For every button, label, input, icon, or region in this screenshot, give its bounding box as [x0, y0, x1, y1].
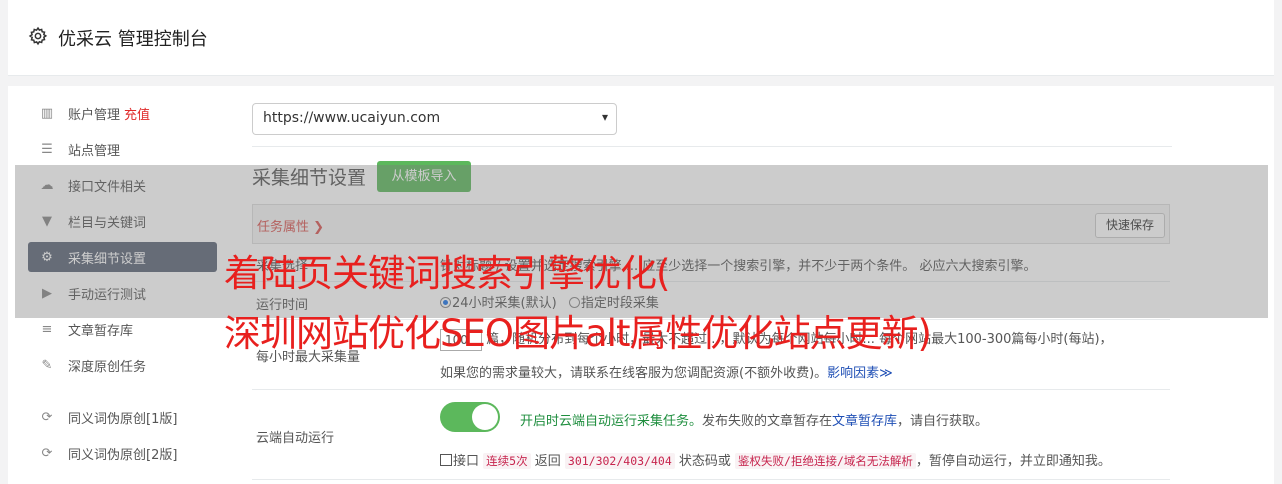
sidebar-item-label: 同义词伪原创[1版] — [68, 411, 178, 427]
bar-chart-icon: ▥ — [40, 105, 54, 121]
sidebar-item-synonym-v1[interactable]: ⟳ 同义词伪原创[1版] — [28, 402, 217, 432]
sidebar-item-article-store[interactable]: ≡ 文章暂存库 — [28, 314, 217, 344]
row-cloud-auto-run: 云端自动运行 开启时云端自动运行采集任务。发布失败的文章暂存在文章暂存库，请自行… — [252, 390, 1170, 480]
sidebar-item-deep-original[interactable]: ✎ 深度原创任务 — [28, 350, 217, 380]
sidebar-item-account[interactable]: ▥ 账户管理 充值 — [28, 98, 217, 128]
watermark-line-1: 着陆页关键词搜索引擎优化( — [224, 252, 670, 295]
edit-icon: ✎ — [41, 357, 53, 373]
sidebar-item-label: 深度原创任务 — [68, 359, 147, 375]
capacity-note: 如果您的需求量较大，请联系在线客服为您调配资源(不额外收费)。 — [440, 366, 828, 381]
console-title: 优采云 管理控制台 — [58, 29, 208, 50]
checkbox-label: 接口 — [453, 454, 480, 469]
server-icon: ☰ — [41, 141, 53, 157]
gear-icon — [28, 26, 48, 46]
code-errors: 鉴权失败/拒绝连接/域名无法解析 — [735, 453, 916, 469]
text-status: 状态码或 — [678, 454, 731, 469]
refresh-icon: ⟳ — [41, 409, 53, 425]
sidebar-item-label: 站点管理 — [68, 143, 121, 159]
refresh-icon: ⟳ — [41, 445, 53, 461]
sidebar-item-synonym-v2[interactable]: ⟳ 同义词伪原创[2版] — [28, 438, 217, 468]
site-select-value: https://www.ucaiyun.com — [263, 110, 441, 126]
toggle-knob — [472, 404, 498, 430]
recharge-link[interactable]: 充值 — [124, 104, 150, 123]
sidebar-item-label: 账户管理 — [68, 107, 121, 123]
database-icon: ≡ — [41, 321, 53, 337]
site-select[interactable]: https://www.ucaiyun.com ▾ — [252, 103, 617, 135]
code-status-codes: 301/302/403/404 — [564, 453, 675, 469]
divider — [252, 146, 1172, 147]
cloud-auto-run-toggle[interactable] — [440, 402, 500, 432]
chevron-down-icon: ▾ — [601, 110, 608, 124]
code-consecutive: 连续5次 — [483, 453, 531, 469]
cloud-run-note: 发布失败的文章暂存在 — [702, 414, 833, 429]
sidebar-item-sites[interactable]: ☰ 站点管理 — [28, 134, 217, 164]
sidebar-item-label: 同义词伪原创[2版] — [68, 447, 178, 463]
row-label: 云端自动运行 — [256, 431, 335, 446]
article-store-link[interactable]: 文章暂存库 — [832, 414, 897, 429]
text-return: 返回 — [534, 454, 561, 469]
cloud-run-note-end: ，请自行获取。 — [897, 414, 989, 429]
text-pause-notify: ，暂停自动运行，并立即通知我。 — [915, 454, 1111, 469]
top-header-panel: 优采云 管理控制台 — [8, 0, 1274, 76]
pause-on-error-checkbox[interactable] — [440, 454, 452, 466]
influence-factors-link[interactable]: 影响因素≫ — [827, 366, 893, 381]
watermark-line-2: 深圳网站优化SEO图片alt属性优化站点更新) — [224, 312, 932, 355]
sidebar-item-label: 文章暂存库 — [68, 323, 134, 339]
cloud-run-status: 开启时云端自动运行采集任务。 — [520, 414, 703, 429]
